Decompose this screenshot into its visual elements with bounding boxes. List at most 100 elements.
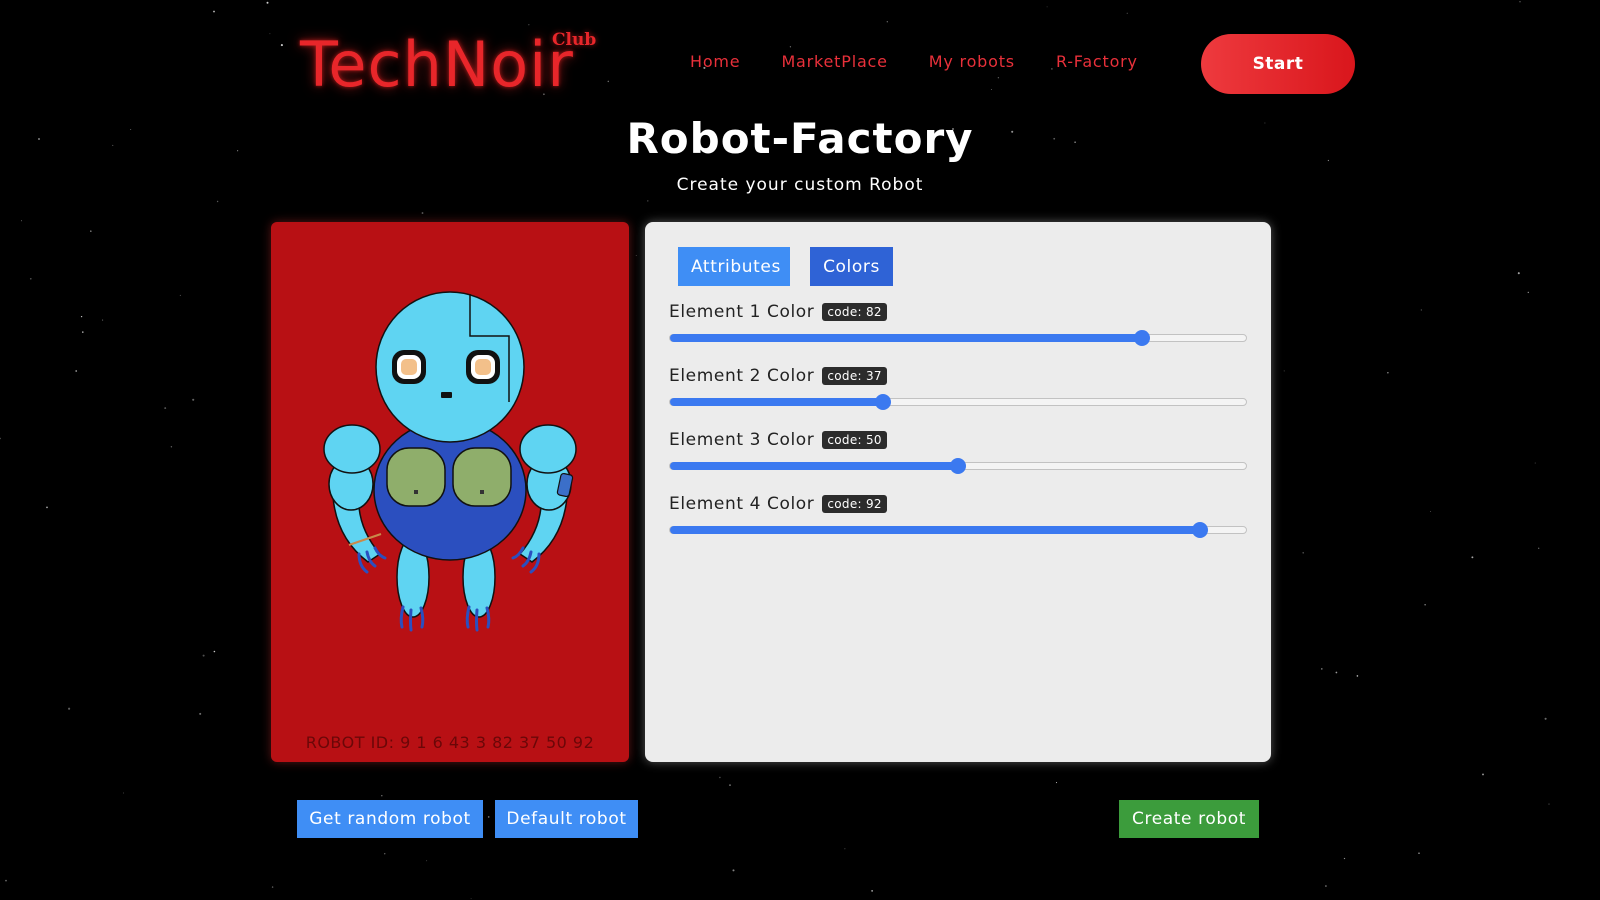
star (1418, 852, 1420, 854)
star (1548, 803, 1550, 805)
element-3-code-badge: code: 50 (822, 431, 887, 449)
star (1534, 462, 1536, 464)
star (75, 370, 78, 372)
star (266, 1, 269, 4)
star (647, 200, 649, 202)
default-robot-button[interactable]: Default robot (495, 800, 638, 838)
star (1420, 309, 1422, 311)
star (202, 654, 205, 657)
star (1321, 668, 1323, 670)
element-4-color-slider[interactable] (669, 522, 1247, 538)
star (470, 898, 472, 900)
robot-illustration (323, 291, 577, 632)
element-3-color-label: Element 3 Color (669, 430, 815, 450)
robot-right-eye (466, 350, 500, 384)
star (426, 860, 428, 862)
star (1424, 604, 1426, 606)
star (213, 10, 215, 13)
star (789, 46, 792, 48)
robot-left-eye (392, 350, 426, 384)
star (216, 200, 219, 203)
star (635, 255, 637, 256)
element-3-color-slider[interactable] (669, 458, 1247, 474)
slider-thumb[interactable] (1191, 522, 1208, 538)
robot-chest-dot (480, 490, 484, 494)
nav-my-robots-link[interactable]: My robots (929, 52, 1015, 71)
star (123, 792, 124, 794)
star (192, 398, 195, 401)
logo[interactable]: TechNoir (300, 28, 574, 101)
star (421, 212, 424, 214)
star (990, 89, 992, 90)
star (1430, 511, 1432, 513)
star (1055, 782, 1058, 784)
robot-right-chest-plate (452, 447, 512, 507)
slider-thumb[interactable] (1134, 330, 1151, 346)
slider-fill (670, 398, 884, 406)
start-button[interactable]: Start (1201, 34, 1355, 94)
star (1482, 773, 1484, 776)
star (1126, 12, 1128, 14)
page-title: Robot-Factory (626, 114, 974, 163)
star (1517, 272, 1520, 275)
slider-thumb[interactable] (875, 394, 892, 410)
star (729, 784, 731, 786)
slider-fill (670, 526, 1200, 534)
create-robot-button[interactable]: Create robot (1119, 800, 1259, 838)
star (1356, 675, 1359, 677)
element-1-color-control: Element 1 Color code: 82 (669, 302, 1247, 346)
logo-club-text: Club (552, 30, 597, 50)
star (1387, 372, 1389, 374)
star (487, 816, 490, 818)
tab-colors[interactable]: Colors (810, 247, 893, 286)
star (1046, 6, 1048, 8)
tab-attributes[interactable]: Attributes (678, 247, 790, 286)
star (164, 407, 167, 410)
star (170, 446, 173, 448)
element-2-color-label: Element 2 Color (669, 366, 815, 386)
robot-preview-card: ROBOT ID: 9 1 6 43 3 82 37 50 92 (271, 222, 629, 762)
star (0, 437, 1, 440)
robot-id-text: ROBOT ID: 9 1 6 43 3 82 37 50 92 (305, 733, 595, 752)
get-random-robot-button[interactable]: Get random robot (297, 800, 483, 838)
star (269, 33, 271, 35)
star (82, 331, 84, 333)
star (46, 506, 48, 509)
star (68, 707, 71, 710)
star (179, 294, 181, 296)
slider-fill (670, 462, 958, 470)
star (1471, 556, 1474, 559)
main-nav: Home MarketPlace My robots R-Factory (690, 52, 1138, 71)
star (90, 230, 92, 232)
robot-left-shoulder (323, 424, 381, 474)
star (199, 712, 202, 715)
star (844, 848, 846, 850)
nav-home-link[interactable]: Home (690, 52, 740, 71)
robot-right-shoulder (519, 424, 577, 474)
star (528, 24, 530, 26)
star (80, 315, 83, 318)
slider-thumb[interactable] (950, 458, 966, 474)
panel-tabs: Attributes Colors (678, 247, 893, 286)
element-4-color-control: Element 4 Color code: 92 (669, 494, 1247, 538)
element-1-color-slider[interactable] (669, 330, 1247, 346)
star (997, 77, 1000, 79)
star (1283, 370, 1285, 372)
star (871, 890, 873, 892)
star (213, 650, 216, 653)
page-subtitle: Create your custom Robot (676, 175, 924, 195)
star (280, 44, 283, 47)
star (1544, 717, 1547, 720)
element-3-color-control: Element 3 Color code: 50 (669, 430, 1247, 474)
star (384, 853, 386, 855)
star (1527, 291, 1530, 294)
star (886, 21, 888, 23)
nav-r-factory-link[interactable]: R-Factory (1056, 52, 1138, 71)
nav-marketplace-link[interactable]: MarketPlace (781, 52, 887, 71)
star (719, 776, 721, 779)
star (1302, 552, 1304, 554)
element-2-color-control: Element 2 Color code: 37 (669, 366, 1247, 410)
star (381, 794, 383, 797)
star (21, 220, 22, 222)
element-2-color-slider[interactable] (669, 394, 1247, 410)
